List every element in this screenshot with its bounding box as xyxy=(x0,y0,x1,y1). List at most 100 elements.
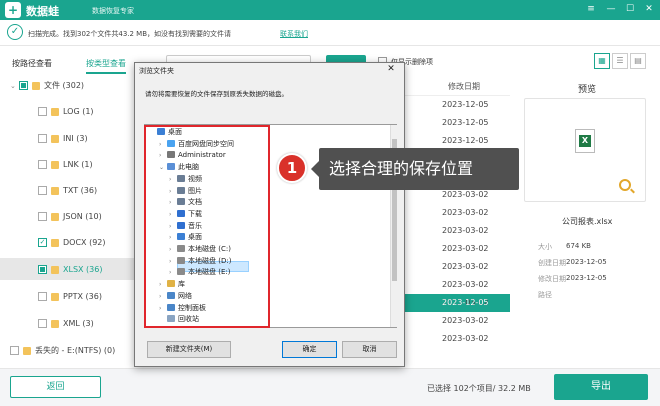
expand-arrow-icon[interactable]: › xyxy=(159,150,167,161)
list-item[interactable]: 2023-03-02 xyxy=(442,190,489,199)
folder-tree-item[interactable]: › 库 xyxy=(159,279,185,290)
folder-icon xyxy=(167,280,175,288)
list-item[interactable]: 2023-12-05 xyxy=(442,136,489,145)
checkbox[interactable] xyxy=(38,265,47,274)
folder-tree-item[interactable]: ⌄ 此电脑 xyxy=(159,162,199,173)
list-item[interactable]: 2023-03-02 xyxy=(442,226,489,235)
folder-tree-label: 文档 xyxy=(188,198,202,207)
expand-arrow-icon[interactable]: › xyxy=(159,303,167,314)
contact-link[interactable]: 联系我们 xyxy=(280,29,308,39)
folder-tree-item[interactable]: › 本地磁盘 (E:) xyxy=(169,267,230,278)
status-text: 扫描完成。找到302个文件共43.2 MB，如没有找到需要的文件请 xyxy=(28,30,232,38)
list-item[interactable]: 2023-03-02 xyxy=(442,244,489,253)
checkbox[interactable] xyxy=(38,186,47,195)
folder-tree-item[interactable]: › 下载 xyxy=(169,209,202,220)
zoom-icon[interactable] xyxy=(619,179,631,191)
expand-arrow-icon[interactable]: › xyxy=(169,186,177,197)
menu-icon[interactable]: ≡ xyxy=(584,3,598,15)
list-item-selected-date[interactable]: 2023-12-05 xyxy=(442,298,489,307)
expand-arrow-icon[interactable]: ⌄ xyxy=(159,162,167,173)
folder-icon xyxy=(51,134,59,143)
tab-by-type[interactable]: 按类型查看 xyxy=(86,58,126,74)
checkbox[interactable] xyxy=(10,346,19,355)
expand-arrow-icon[interactable]: › xyxy=(159,279,167,290)
expand-arrow-icon[interactable]: › xyxy=(159,291,167,302)
scan-status-bar: ✓ 扫描完成。找到302个文件共43.2 MB，如没有找到需要的文件请 联系我们 xyxy=(0,20,660,46)
close-button[interactable]: ✕ xyxy=(642,3,656,15)
tree-item-txt[interactable]: TXT (36) xyxy=(38,186,97,200)
folder-tree-item[interactable]: › 网络 xyxy=(159,291,192,302)
app-subtitle: 数据恢复专家 xyxy=(92,7,134,15)
folder-tree-item[interactable]: 回收站 xyxy=(159,314,199,325)
expand-arrow-icon[interactable]: › xyxy=(169,244,177,255)
selection-summary: 已选择 102个项目/ 32.2 MB xyxy=(427,384,531,393)
folder-tree-item[interactable]: › 控制面板 xyxy=(159,303,206,314)
checkbox[interactable] xyxy=(38,107,47,116)
checkbox[interactable] xyxy=(38,319,47,328)
minimize-button[interactable]: — xyxy=(604,3,618,15)
expand-arrow-icon[interactable]: › xyxy=(169,232,177,243)
tree-item-json[interactable]: JSON (10) xyxy=(38,212,102,226)
maximize-button[interactable]: ☐ xyxy=(623,3,637,15)
list-item[interactable]: 2023-03-02 xyxy=(442,208,489,217)
folder-tree-item[interactable]: › 视频 xyxy=(169,174,202,185)
folder-tree-item[interactable]: › 本地磁盘 (C:) xyxy=(169,244,231,255)
expand-arrow-icon[interactable]: › xyxy=(169,267,177,278)
tree-item-xml[interactable]: XML (3) xyxy=(38,319,94,333)
tree-root[interactable]: ⌄ 文件 (302) xyxy=(10,80,84,94)
expand-arrow-icon[interactable]: › xyxy=(169,209,177,220)
check-icon: ✓ xyxy=(7,24,23,40)
tree-item-ini[interactable]: INI (3) xyxy=(38,134,88,148)
detail-view-icon[interactable]: ▤ xyxy=(630,53,646,69)
list-item[interactable]: 2023-03-02 xyxy=(442,262,489,271)
tree-item-xlsx[interactable]: XLSX (36) xyxy=(38,265,102,279)
folder-tree-item[interactable]: › 音乐 xyxy=(169,221,202,232)
preview-file-name: 公司报表.xlsx xyxy=(562,217,613,226)
tree-root-checkbox[interactable] xyxy=(19,81,28,90)
folder-tree-item[interactable]: › 图片 xyxy=(169,186,202,197)
back-button[interactable]: 返回 xyxy=(10,376,101,398)
list-view-icon[interactable]: ☰ xyxy=(612,53,628,69)
tree-item-lost[interactable]: 丢失的 - E:(NTFS) (0) xyxy=(10,345,115,359)
folder-tree-item[interactable]: › Administrator xyxy=(159,150,226,161)
cancel-button[interactable]: 取消 xyxy=(342,341,397,358)
expand-arrow-icon[interactable]: › xyxy=(169,174,177,185)
tree-item-docx[interactable]: ✓ DOCX (92) xyxy=(38,238,106,252)
preview-size: 大小 674 KB xyxy=(538,242,591,251)
tree-item-lnk[interactable]: LNK (1) xyxy=(38,160,93,174)
grid-view-icon[interactable]: ▦ xyxy=(594,53,610,69)
folder-tree-item[interactable]: › 本地磁盘 (D:) xyxy=(169,256,231,267)
folder-tree-item[interactable]: › 百度网盘同步空间 xyxy=(159,139,234,150)
checkbox[interactable] xyxy=(38,212,47,221)
checkbox[interactable] xyxy=(38,292,47,301)
tree-item-pptx[interactable]: PPTX (36) xyxy=(38,292,102,306)
list-item[interactable]: 2023-03-02 xyxy=(442,280,489,289)
folder-tree-item[interactable]: › 桌面 xyxy=(169,232,202,243)
list-item[interactable]: 2023-03-02 xyxy=(442,316,489,325)
checkbox[interactable] xyxy=(38,160,47,169)
folder-icon xyxy=(51,265,59,274)
list-item[interactable]: 2023-12-05 xyxy=(442,118,489,127)
folder-icon xyxy=(167,163,175,171)
folder-tree-item[interactable]: 桌面 xyxy=(149,127,182,138)
expand-arrow-icon[interactable]: › xyxy=(169,197,177,208)
dialog-close-button[interactable]: ✕ xyxy=(381,63,401,75)
preview-title: 预览 xyxy=(578,85,597,95)
list-item[interactable]: 2023-12-05 xyxy=(442,100,489,109)
column-modified-date[interactable]: 修改日期 xyxy=(448,81,480,92)
expand-arrow-icon[interactable]: › xyxy=(169,221,177,232)
list-item[interactable]: 2023-03-02 xyxy=(442,334,489,343)
checkbox[interactable] xyxy=(38,134,47,143)
new-folder-button[interactable]: 新建文件夹(M) xyxy=(147,341,231,358)
ok-button[interactable]: 确定 xyxy=(282,341,337,358)
export-button[interactable]: 导出 xyxy=(554,374,648,400)
tab-by-path[interactable]: 按路径查看 xyxy=(12,58,52,69)
checkbox[interactable]: ✓ xyxy=(38,238,47,247)
folder-tree-label: 此电脑 xyxy=(178,163,199,172)
tree-item-log[interactable]: LOG (1) xyxy=(38,107,94,121)
expand-arrow-icon[interactable]: › xyxy=(169,256,177,267)
folder-tree-item[interactable]: › 文档 xyxy=(169,197,202,208)
expand-arrow-icon[interactable]: › xyxy=(159,139,167,150)
chevron-down-icon[interactable]: ⌄ xyxy=(10,82,19,90)
folder-tree-label: 桌面 xyxy=(168,128,182,136)
